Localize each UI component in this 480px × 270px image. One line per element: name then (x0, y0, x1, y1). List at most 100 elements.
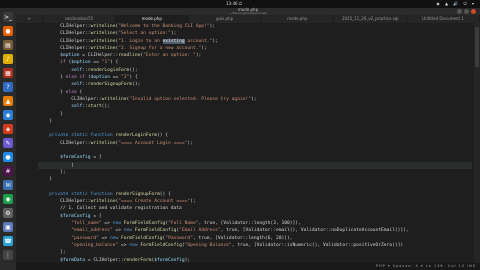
tab-1[interactable]: mode.php (115, 15, 189, 23)
code-line[interactable]: private static function renderSignupForm… (38, 191, 472, 198)
code-token: CLIHelper:: (38, 96, 102, 102)
code-token: "==== Create Account ====" (118, 199, 191, 205)
code-token: = CLIHelper:: (85, 257, 124, 263)
code-line[interactable]: } (38, 118, 472, 125)
code-token: } (38, 75, 66, 81)
code-line[interactable]: self::start(); (38, 103, 472, 110)
minimize-icon[interactable] (457, 9, 462, 14)
line-number (16, 184, 34, 191)
status-info[interactable]: PHP ▾ Spaces: 4 ▾ Ln 136, Col 13 INS (376, 264, 476, 268)
code-line[interactable]: $option = CLIHelper::readline("Enter an … (38, 52, 472, 59)
code-icon[interactable]: ◆ (3, 110, 13, 120)
line-number (16, 205, 34, 212)
code-line[interactable]: ]; (38, 169, 472, 176)
code-token: = [ (90, 213, 102, 219)
code-line[interactable]: } else { (38, 89, 472, 96)
code-line[interactable]: } (38, 111, 472, 118)
tab-3[interactable]: mode.php (261, 15, 335, 23)
vertical-scrollbar[interactable] (474, 23, 480, 263)
tab-0[interactable]: vasilnoskan55 (43, 15, 116, 23)
chrome-icon[interactable]: ◉ (3, 194, 13, 204)
code-token: (); (101, 104, 110, 110)
code-line[interactable]: if ($option == "1") { (38, 59, 472, 66)
code-token: $formData (38, 257, 86, 263)
code-token: readline (118, 53, 141, 59)
music-icon[interactable]: ♪ (3, 54, 13, 64)
code-token: $formConfig (38, 213, 91, 219)
code-line[interactable]: "password" => new FormFieldConfig("Passw… (38, 235, 472, 242)
code-line[interactable]: CLIHelper::writeline("Select an option:"… (38, 30, 472, 37)
code-token: ); (190, 199, 196, 205)
code-line[interactable]: CLIHelper::writeline("Welcome to the Ban… (38, 23, 472, 30)
line-number (16, 89, 34, 96)
files-icon[interactable]: ▤ (3, 40, 13, 50)
code-line[interactable]: CLIHelper::writeline("Invalid option sel… (38, 96, 472, 103)
code-token: writeline (90, 199, 116, 205)
maximize-icon[interactable] (464, 9, 469, 14)
code-line[interactable]: } (38, 176, 472, 183)
help-icon[interactable]: ? (3, 82, 13, 92)
code-token: ) { (109, 60, 119, 66)
code-line[interactable]: private static function renderLoginForm(… (38, 132, 472, 139)
clock[interactable]: 13:46 ⏻ (226, 1, 242, 6)
editor-icon[interactable]: ✎ (3, 138, 13, 148)
code-line[interactable]: // 1. Collect and validate registration … (38, 205, 472, 212)
code-token: "Password" (165, 235, 193, 241)
code-token: "1" (101, 60, 110, 66)
chat-icon[interactable]: ☎ (3, 236, 13, 246)
tab-4[interactable]: 2025_11_26_v2_practice.sql (334, 15, 408, 23)
code-line[interactable]: "opening_balance" => new FormFieldConfig… (38, 242, 472, 249)
code-line[interactable]: self::renderSignupForm(); (38, 81, 472, 88)
slack-icon[interactable]: # (3, 166, 13, 176)
apps-grid-icon[interactable]: ⋮ (3, 250, 13, 260)
close-icon[interactable] (471, 9, 476, 14)
code-line[interactable]: | (38, 161, 472, 169)
code-line[interactable] (38, 147, 472, 154)
zoom-icon[interactable]: ● (3, 152, 13, 162)
code-token: "opening_balance" (38, 242, 119, 248)
code-line[interactable]: } else if ($option == "2") { (38, 74, 472, 81)
code-line[interactable]: "full_name" => new FormFieldConfig("Full… (38, 220, 472, 227)
scrollbar-thumb[interactable] (475, 27, 479, 67)
code-token: writeline (90, 24, 116, 29)
code-line[interactable]: ]; (38, 249, 472, 256)
code-line[interactable]: self::renderLoginForm(); (38, 67, 472, 74)
code-token: private static function (38, 133, 116, 139)
store-icon[interactable]: ▦ (3, 68, 13, 78)
code-line[interactable] (38, 125, 472, 132)
code-token: ); (170, 31, 177, 37)
app-dock: >_ ● ▤ ♪ ▦? ▲ ◆ ◈ ✎ ● # ✉ ◉ ⚙ ▣ ☎ ⋮ (0, 8, 17, 270)
vlc-icon[interactable]: ▲ (3, 96, 13, 106)
code-editor[interactable]: CLIHelper::writeline("Welcome to the Ban… (16, 23, 480, 263)
tab-2[interactable]: guis.php (189, 15, 262, 23)
line-number (16, 96, 34, 103)
browser-icon[interactable]: ● (3, 26, 13, 36)
line-number (16, 235, 34, 242)
code-line[interactable]: "email_address" => new FormFieldConfig("… (38, 227, 472, 234)
line-number (16, 132, 34, 139)
code-line[interactable] (38, 184, 472, 191)
code-token: } (38, 177, 52, 183)
code-line[interactable]: $formConfig = [ (38, 154, 472, 161)
code-token: "2. Signup for a new account." (118, 45, 202, 51)
code-line[interactable]: CLIHelper::writeline("==== Account Login… (38, 140, 472, 147)
tab-5[interactable]: Untitled Document 1 (407, 15, 480, 23)
settings-icon[interactable]: ⚙ (3, 208, 13, 218)
code-line[interactable]: $formConfig = [ (38, 213, 472, 220)
line-number (16, 81, 34, 88)
brave-icon[interactable]: ◈ (3, 124, 13, 134)
code-token: (); (129, 67, 138, 73)
code-line[interactable]: CLIHelper::writeline("1. Login to an exi… (38, 38, 472, 45)
system-tray[interactable]: ◉ ▲ 🔊 ⏻ ▾ (436, 1, 476, 6)
terminal-icon[interactable]: >_ (3, 12, 13, 22)
code-line[interactable]: CLIHelper::writeline("2. Signup for a ne… (38, 45, 472, 52)
mail-icon[interactable]: ✉ (3, 180, 13, 190)
code-token: = [ (90, 155, 102, 161)
code-token: , true, [Validator::email(), Validator::… (220, 228, 409, 234)
code-area[interactable]: CLIHelper::writeline("Welcome to the Ban… (38, 23, 472, 264)
photos-icon[interactable]: ▣ (3, 222, 13, 232)
tab-new[interactable]: + (16, 15, 43, 23)
code-token: CLIHelper:: (38, 140, 91, 146)
code-line[interactable]: CLIHelper::writeline("==== Create Accoun… (38, 198, 472, 205)
line-number (16, 125, 34, 132)
